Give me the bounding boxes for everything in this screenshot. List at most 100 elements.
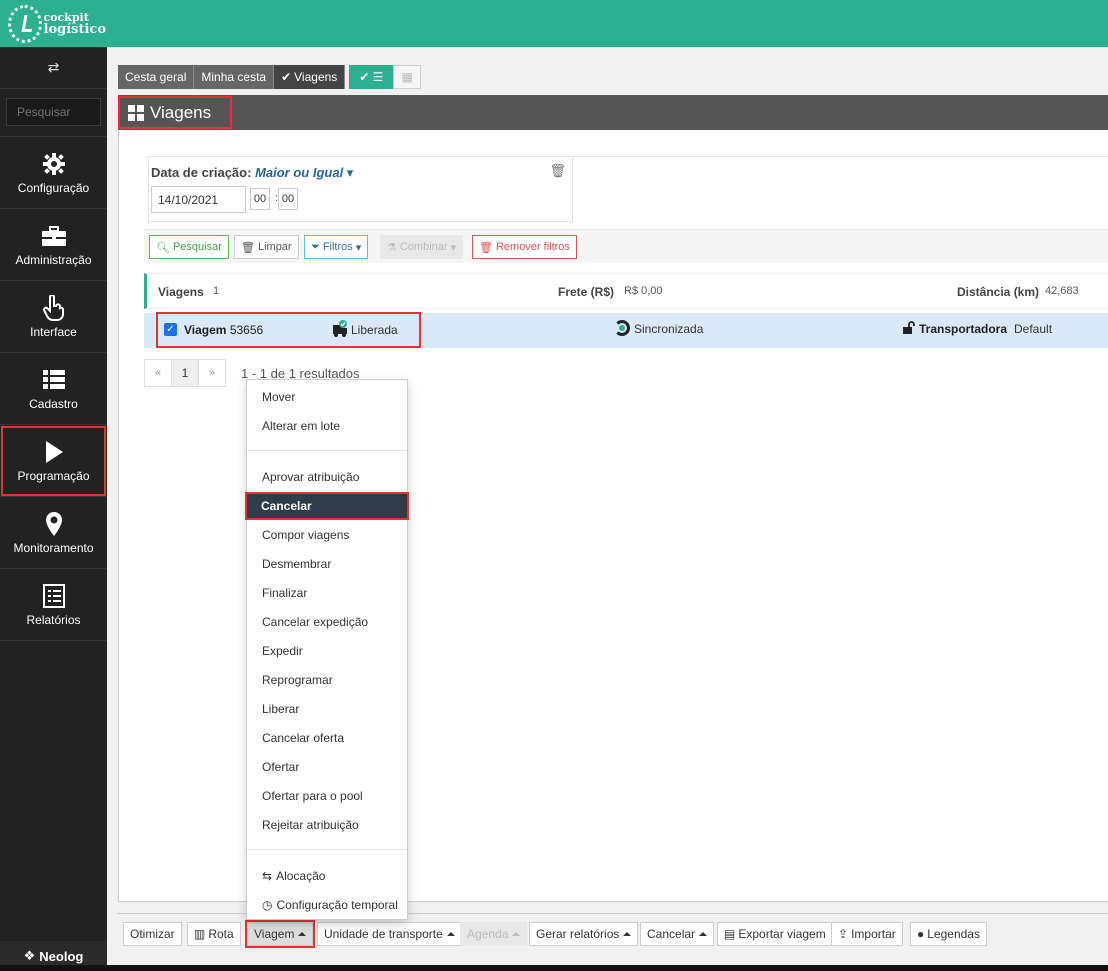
combine-button: ⚗ Combinar ▾ — [380, 235, 464, 259]
trip-label: Viagem — [184, 323, 227, 337]
summary-row: Viagens 1 Frete (R$) R$ 0,00 Distância (… — [144, 273, 1108, 309]
distance-label: Distância (km) — [957, 285, 1040, 299]
hour-field[interactable] — [250, 188, 270, 210]
menu-item-expedir[interactable]: Expedir — [247, 638, 407, 664]
sidebar-item-label: Relatórios — [26, 612, 81, 627]
neolog-icon: ❖ — [23, 948, 36, 963]
menu-item-rejeitar-atribuicao[interactable]: Rejeitar atribuição — [247, 812, 407, 838]
row-checkbox[interactable]: ✓ — [164, 323, 177, 336]
menu-item-aprovar-atribuicao[interactable]: Aprovar atribuição — [247, 464, 407, 490]
search-button[interactable]: 🔍︎ Pesquisar — [149, 235, 229, 259]
chevron-down-icon: ▾ — [450, 241, 457, 254]
tab-viagens[interactable]: ✔ Viagens — [274, 65, 346, 89]
pointer-hand-icon — [42, 294, 64, 321]
clear-button[interactable]: 🗑 Limpar — [234, 235, 299, 259]
tab-cesta-geral[interactable]: Cesta geral — [118, 65, 195, 89]
menu-item-alocacao[interactable]: ⇆ Alocação — [247, 863, 407, 889]
cancel-menu-button[interactable]: Cancelar — [640, 922, 715, 946]
generate-reports-button[interactable]: Gerar relatórios — [529, 922, 639, 946]
grid-view-button[interactable]: ▦ — [393, 65, 422, 89]
sidebar: ⇄ Configuração Administração Interface C… — [0, 47, 107, 971]
menu-item-cancelar[interactable]: Cancelar — [245, 492, 409, 520]
pagination-prev[interactable]: « — [144, 359, 172, 387]
pagination-next[interactable]: » — [198, 359, 226, 387]
trash-icon: 🗑 — [479, 241, 493, 254]
optimize-button[interactable]: Otimizar — [123, 922, 182, 946]
sidebar-item-cadastro[interactable]: Cadastro — [0, 353, 107, 425]
tab-minha-cesta[interactable]: Minha cesta — [194, 65, 275, 89]
trip-number: 53656 — [229, 323, 264, 337]
minute-field[interactable] — [278, 188, 298, 210]
caret-up-icon — [699, 932, 708, 936]
viagem-dropdown-menu: Mover Alterar em lote Aprovar atribuição… — [245, 379, 409, 920]
check-icon: ✔ — [281, 70, 292, 84]
upload-icon: ⇪ — [838, 927, 849, 941]
window-bottom-strip — [0, 965, 1108, 971]
sidebar-item-label: Monitoramento — [13, 540, 94, 555]
table-row[interactable]: ✓ Viagem 53656 Liberada Sincronizada Tra… — [144, 312, 1108, 348]
route-button[interactable]: ▥ Rota — [187, 922, 241, 946]
transport-unit-button[interactable]: Unidade de transporte — [317, 922, 462, 946]
menu-item-ofertar[interactable]: Ofertar — [247, 754, 407, 780]
sidebar-item-administracao[interactable]: Administração — [0, 209, 107, 281]
sidebar-item-relatorios[interactable]: Relatórios — [0, 569, 107, 641]
menu-item-liberar[interactable]: Liberar — [247, 696, 407, 722]
carrier-label: Transportadora — [919, 322, 1008, 336]
sync-icon — [614, 320, 630, 336]
date-field[interactable] — [151, 186, 246, 213]
freight-label: Frete (R$) — [558, 285, 615, 299]
sidebar-item-interface[interactable]: Interface — [0, 281, 107, 353]
top-bar: cockpit logístico — [0, 0, 1108, 47]
menu-item-cancelar-expedicao[interactable]: Cancelar expedição — [247, 609, 407, 635]
menu-item-cancelar-oferta[interactable]: Cancelar oferta — [247, 725, 407, 751]
sidebar-item-label: Programação — [17, 468, 90, 483]
divider — [572, 156, 1108, 157]
trip-highlight: ✓ Viagem 53656 Liberada — [156, 312, 421, 348]
menu-item-ofertar-para-o-pool[interactable]: Ofertar para o pool — [247, 783, 407, 809]
filter-icon: ⏷ — [311, 240, 320, 253]
flask-icon: ⚗ — [387, 241, 397, 254]
gear-icon — [42, 152, 65, 175]
list-view-button[interactable]: ✔ ☰ — [349, 65, 394, 89]
file-excel-icon: ▤ — [724, 927, 736, 941]
retweet-icon: ⇆ — [262, 869, 273, 883]
trip-menu-button[interactable]: Viagem — [244, 920, 316, 948]
freight-value: R$ 0,00 — [624, 285, 663, 297]
chevron-down-icon: ▾ — [355, 241, 362, 254]
sidebar-item-programacao[interactable]: Programação — [0, 425, 107, 497]
report-icon — [42, 583, 65, 608]
pagination-page[interactable]: 1 — [171, 359, 199, 387]
schedule-button: Agenda — [460, 922, 528, 946]
sidebar-toggle-icon[interactable]: ⇄ — [0, 47, 107, 89]
view-mode-toggle: ✔ ☰ ▦ — [349, 65, 422, 89]
filters-button[interactable]: ⏷ Filtros ▾ — [304, 235, 369, 259]
logo-clock-icon — [8, 5, 42, 43]
menu-item-compor-viagens[interactable]: Compor viagens — [247, 522, 407, 548]
menu-item-alterar-em-lote[interactable]: Alterar em lote — [247, 413, 407, 439]
sidebar-item-monitoramento[interactable]: Monitoramento — [0, 497, 107, 569]
export-trip-button[interactable]: ▤ Exportar viagem — [717, 922, 833, 946]
sidebar-item-label: Configuração — [17, 180, 90, 195]
menu-item-desmembrar[interactable]: Desmembrar — [247, 551, 407, 577]
menu-item-mover[interactable]: Mover — [247, 384, 407, 410]
filter-action-bar: 🔍︎ Pesquisar 🗑 Limpar ⏷ Filtros ▾ ⚗ Combinar ▾… — [144, 229, 1108, 263]
trips-count-label: Viagens — [158, 285, 204, 299]
sidebar-item-label: Cadastro — [29, 396, 78, 411]
app-logo[interactable]: cockpit logístico — [8, 4, 106, 44]
map-marker-icon — [45, 511, 62, 536]
trash-icon[interactable]: 🗑 — [549, 163, 566, 179]
menu-item-finalizar[interactable]: Finalizar — [247, 580, 407, 606]
page-title-bar: Viagens — [118, 95, 1108, 130]
page-title: Viagens — [118, 96, 232, 129]
sidebar-search-input[interactable] — [6, 98, 101, 126]
filter-operator-dropdown[interactable]: Maior ou Igual ▾ — [255, 165, 353, 180]
menu-item-reprogramar[interactable]: Reprogramar — [247, 667, 407, 693]
sidebar-search — [0, 89, 107, 137]
trip-status: Liberada — [351, 323, 398, 337]
sidebar-item-configuracao[interactable]: Configuração — [0, 137, 107, 209]
list-icon: ☰ — [372, 70, 384, 84]
import-button[interactable]: ⇪ Importar — [831, 922, 903, 946]
remove-filters-button[interactable]: 🗑 Remover filtros — [472, 235, 577, 259]
legends-button[interactable]: ● Legendas — [910, 922, 987, 946]
menu-item-configuracao-temporal[interactable]: ◷ Configuração temporal — [247, 892, 407, 918]
